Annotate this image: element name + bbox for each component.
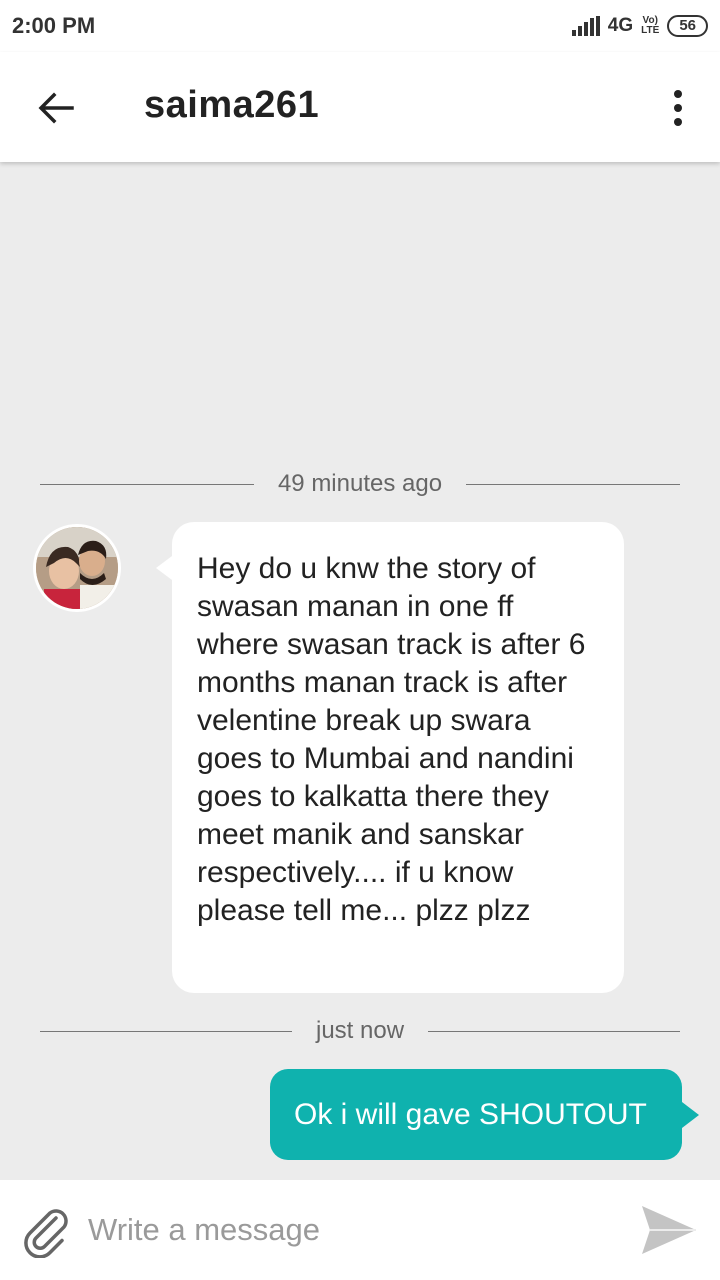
signal-icon	[571, 16, 600, 36]
time-divider: just now	[40, 1017, 681, 1045]
message-input[interactable]	[88, 1206, 608, 1254]
avatar-photo	[36, 527, 118, 609]
outgoing-message-bubble[interactable]: Ok i will gave SHOUTOUT	[270, 1069, 699, 1160]
conversation-title: saima261	[144, 84, 320, 126]
send-icon	[642, 1206, 696, 1254]
status-bar: 2:00 PM 4G Vo) LTE 56	[0, 0, 720, 52]
app-bar: saima261	[0, 52, 720, 162]
volte-icon: Vo) LTE	[641, 15, 660, 36]
incoming-message-bubble[interactable]: Hey do u knw the story of swasan manan i…	[156, 522, 624, 993]
avatar[interactable]	[33, 524, 121, 612]
more-options-button[interactable]	[666, 86, 690, 130]
attach-button[interactable]	[18, 1202, 74, 1259]
timestamp-label: just now	[315, 1017, 405, 1044]
incoming-message-text: Hey do u knw the story of swasan manan i…	[197, 552, 586, 927]
back-button[interactable]	[34, 86, 78, 130]
arrow-left-icon	[38, 92, 74, 124]
status-time: 2:00 PM	[12, 13, 96, 38]
battery-icon: 56	[667, 15, 708, 37]
send-button[interactable]	[636, 1200, 700, 1260]
status-icons: 4G Vo) LTE 56	[571, 15, 708, 37]
paperclip-icon	[24, 1209, 68, 1259]
timestamp-label: 49 minutes ago	[277, 470, 443, 497]
network-type: 4G	[607, 15, 634, 36]
time-divider: 49 minutes ago	[40, 470, 681, 498]
more-vertical-icon	[674, 90, 682, 98]
message-composer	[0, 1180, 720, 1280]
outgoing-message-text: Ok i will gave SHOUTOUT	[294, 1097, 647, 1131]
